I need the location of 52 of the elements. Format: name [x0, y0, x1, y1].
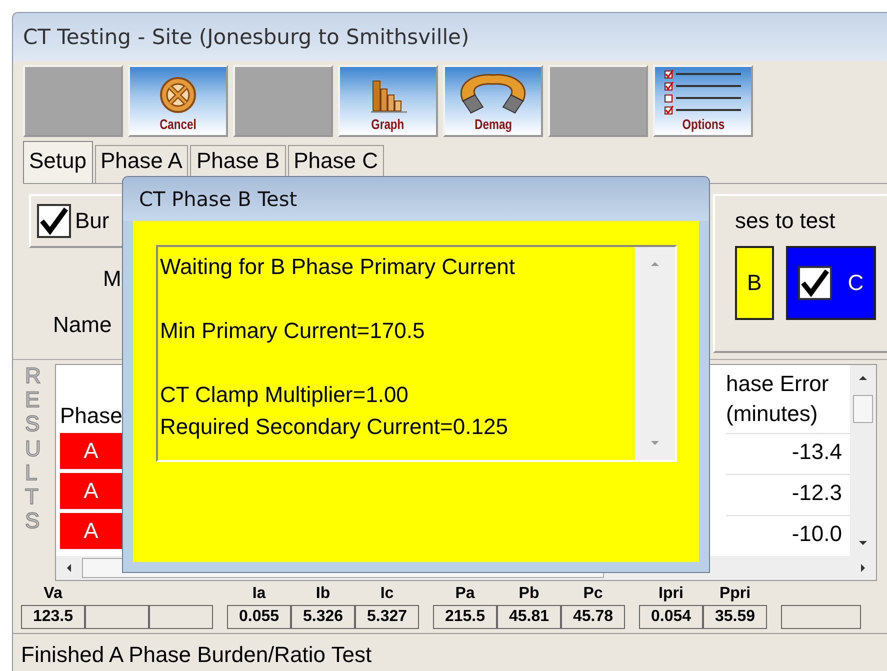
toolbar-button[interactable]: Options	[653, 65, 753, 137]
field-label: Name	[53, 312, 113, 338]
cancel-icon	[160, 77, 196, 113]
reading-field: 123.5	[21, 605, 85, 629]
column-header: Phase	[60, 402, 122, 430]
table-cell: A	[60, 513, 122, 549]
phase-toggle[interactable]: C	[786, 246, 876, 320]
reading-field: 45.78	[561, 605, 625, 629]
scroll-down-icon[interactable]	[857, 538, 869, 548]
magnet-icon	[460, 74, 526, 114]
table-cell: A	[60, 433, 122, 469]
message-line: CT Clamp Multiplier=1.00	[160, 381, 410, 409]
reading-field: 0.054	[639, 605, 703, 629]
scroll-up-icon[interactable]	[857, 373, 869, 383]
reading-label: Va	[44, 585, 62, 604]
group-title: ses to test	[735, 208, 836, 234]
scroll-right-icon[interactable]	[858, 562, 868, 574]
reading-field: 35.59	[703, 605, 767, 629]
checkbox-label: Bur	[75, 208, 110, 234]
checkbox[interactable]	[37, 204, 71, 238]
window-title: CT Testing - Site (Jonesburg to Smithsville)	[23, 25, 470, 49]
bar-chart-icon	[371, 80, 407, 113]
message-line: Min Primary Current=170.5	[160, 317, 426, 345]
reading-label: Ib	[316, 585, 330, 604]
reading-label: Ia	[252, 585, 266, 604]
reading-label: Pa	[455, 585, 475, 604]
reading-field: 5.327	[355, 605, 419, 629]
results-side-label: RESULTS	[25, 364, 42, 536]
tab[interactable]: Setup	[23, 141, 92, 183]
dialog-title: CT Phase B Test	[139, 187, 298, 211]
reading-field: 0.055	[227, 605, 291, 629]
field-label: M	[103, 266, 122, 292]
message-line: Waiting for B Phase Primary Current	[160, 253, 516, 281]
reading-field: 5.326	[291, 605, 355, 629]
table-cell: A	[60, 473, 122, 509]
toolbar-button[interactable]: Graph	[338, 65, 438, 137]
reading-field: 45.81	[497, 605, 561, 629]
reading-label: Ic	[380, 585, 394, 604]
checklist-icon	[664, 69, 742, 114]
toolbar-button[interactable]: Cancel	[128, 65, 228, 137]
reading-label: Pc	[583, 585, 603, 604]
phase-toggle[interactable]: B	[735, 246, 774, 320]
reading-field: 215.5	[433, 605, 497, 629]
vertical-scrollbar[interactable]	[850, 365, 876, 556]
status-text: Finished A Phase Burden/Ratio Test	[21, 642, 372, 668]
scroll-thumb[interactable]	[853, 395, 873, 423]
column-header: hase Error (minutes)	[726, 370, 830, 428]
toolbar-button[interactable]: Demag	[443, 65, 543, 137]
message-line: Required Secondary Current=0.125	[160, 413, 509, 441]
reading-label: Ppri	[719, 585, 751, 604]
reading-label: Ipri	[658, 585, 684, 604]
reading-label: Pb	[518, 585, 540, 604]
